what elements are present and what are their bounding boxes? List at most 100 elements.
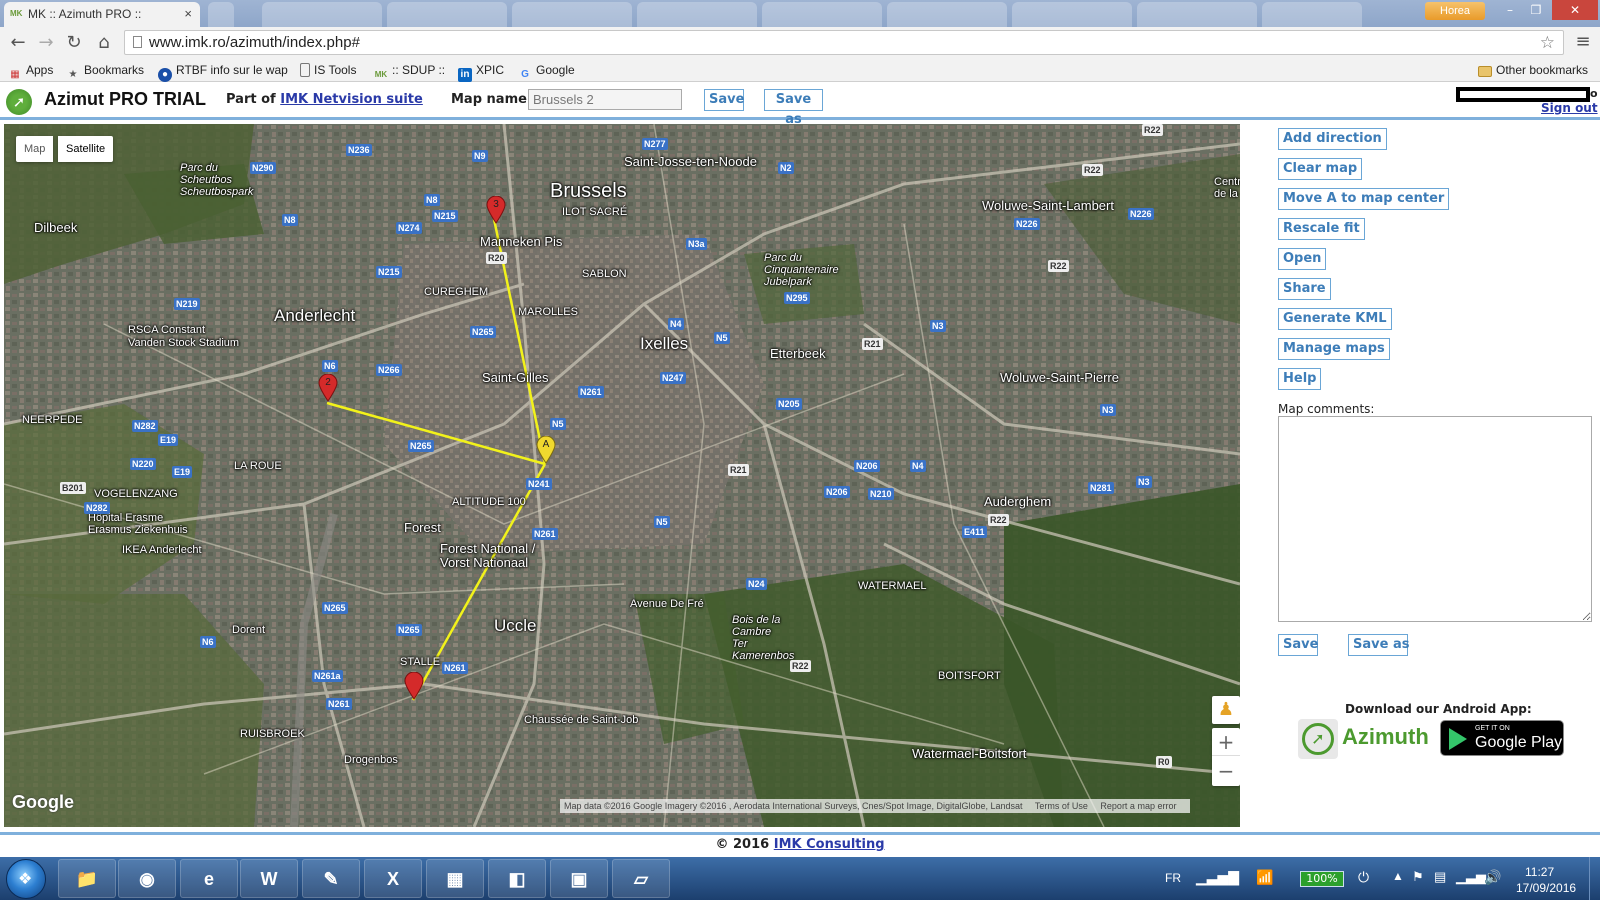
google-play-badge[interactable]: GET IT ON Google Play (1440, 720, 1564, 756)
map-type-map-button[interactable]: Map (16, 136, 54, 162)
zoom-out-button[interactable]: − (1212, 757, 1240, 785)
azimuth-app-badge[interactable]: ➚ Azimuth (1298, 718, 1438, 760)
show-desktop-button[interactable] (1589, 857, 1600, 900)
calculator-icon[interactable]: ▦ (426, 859, 484, 898)
road-shield: R0 (1156, 756, 1172, 768)
bookmark-xpic[interactable]: in XPIC (458, 62, 505, 82)
open-button[interactable]: Open (1278, 248, 1327, 270)
maximize-icon[interactable]: ❐ (1522, 0, 1550, 20)
map-attribution: Map data ©2016 Google Imagery ©2016 , Ae… (560, 799, 1191, 813)
explorer-folder-icon[interactable]: 📁 (58, 859, 116, 898)
sidebar-saveas-button[interactable]: Save as (1348, 634, 1409, 656)
browser-tab[interactable] (387, 2, 507, 27)
manage-maps-button[interactable]: Manage maps (1278, 338, 1390, 360)
word-icon[interactable]: W (240, 859, 298, 898)
browser-tab[interactable] (1137, 2, 1257, 27)
device-icon[interactable]: ▤ (1434, 869, 1446, 885)
imk-netvision-link[interactable]: IMK Netvision suite (280, 92, 423, 107)
browser-tab[interactable] (637, 2, 757, 27)
browser-menu-icon[interactable]: ≡ (1572, 31, 1594, 53)
clock-time[interactable]: 11:27 (1525, 865, 1554, 879)
battery-indicator[interactable]: 100% (1300, 871, 1344, 887)
add-direction-button[interactable]: Add direction (1278, 128, 1387, 150)
browser-tab[interactable] (512, 2, 632, 27)
new-tab-button[interactable] (208, 2, 234, 27)
road-shield: N3 (930, 320, 946, 332)
office-icon[interactable]: ◧ (488, 859, 546, 898)
excel-icon[interactable]: X (364, 859, 422, 898)
browser-tab[interactable] (1012, 2, 1132, 27)
generate-kml-button[interactable]: Generate KML (1278, 308, 1392, 330)
browser-tab[interactable] (762, 2, 882, 27)
map-label: Parc du Cinquantenaire Jubelpark (764, 252, 839, 288)
map-marker-2[interactable]: 2 (318, 373, 338, 402)
network-icon[interactable]: 📶 (1256, 869, 1273, 886)
download-app-label: Download our Android App: (1345, 702, 1532, 716)
map-name-input[interactable] (528, 89, 682, 110)
bookmark-label: Apps (26, 63, 54, 77)
wifi-icon[interactable]: ▁▃▅ (1456, 869, 1486, 885)
signout-link[interactable]: Sign out (1541, 101, 1598, 115)
notes-icon[interactable]: ▱ (612, 859, 670, 898)
satellite-map[interactable]: Map Satellite Brussels Anderlecht Ixelle… (4, 124, 1240, 827)
minimize-icon[interactable]: – (1496, 0, 1524, 20)
map-type-satellite-button[interactable]: Satellite (58, 136, 114, 162)
browser-tab[interactable] (887, 2, 1007, 27)
browser-tab[interactable] (262, 2, 382, 27)
move-a-to-center-button[interactable]: Move A to map center (1278, 188, 1450, 210)
other-bookmarks[interactable]: Other bookmarks (1478, 62, 1588, 78)
ie-icon[interactable]: e (180, 859, 238, 898)
browser-tab[interactable] (1262, 2, 1362, 27)
road-shield: R20 (486, 252, 507, 264)
clear-map-button[interactable]: Clear map (1278, 158, 1363, 180)
close-tab-icon[interactable]: × (184, 2, 192, 26)
road-shield: N226 (1128, 208, 1154, 220)
address-bar[interactable]: www.imk.ro/azimuth/index.php# ☆ (124, 30, 1564, 55)
imk-consulting-link[interactable]: IMK Consulting (774, 837, 885, 852)
azimuth-logo-icon: ➚ (6, 89, 32, 115)
bookmark-istools[interactable]: IS Tools (300, 62, 356, 78)
start-button[interactable]: ❖ (6, 859, 46, 899)
chrome-icon[interactable]: ◉ (118, 859, 176, 898)
bookmark-star-icon[interactable]: ☆ (1540, 31, 1555, 54)
bookmark-label: XPIC (476, 63, 505, 77)
profile-badge[interactable]: Horea (1425, 2, 1485, 20)
terms-link[interactable]: Terms of Use (1035, 801, 1088, 811)
language-indicator[interactable]: FR (1165, 871, 1181, 885)
bookmark-apps[interactable]: ▦ Apps (8, 62, 54, 80)
home-icon[interactable]: ⌂ (92, 31, 116, 55)
bookmark-rtbf[interactable]: ● RTBF info sur le wap (158, 62, 288, 82)
zoom-in-button[interactable]: + (1212, 728, 1240, 756)
map-comments-textarea[interactable] (1278, 416, 1592, 622)
header-saveas-button[interactable]: Save as (764, 89, 823, 127)
map-marker-1[interactable] (404, 671, 424, 700)
photo-viewer-icon[interactable]: ▣ (550, 859, 608, 898)
volume-icon[interactable]: 🔊 (1484, 869, 1501, 886)
forward-arrow-icon[interactable]: → (34, 31, 58, 55)
action-center-flag-icon[interactable]: ⚑ (1412, 869, 1424, 885)
header-save-button[interactable]: Save (704, 89, 744, 111)
help-button[interactable]: Help (1278, 368, 1322, 390)
map-marker-a[interactable]: A (536, 435, 556, 464)
window-close-icon[interactable]: ✕ (1552, 0, 1598, 20)
bookmark-bookmarks[interactable]: ★ Bookmarks (66, 62, 145, 80)
map-label: MAROLLES (518, 306, 578, 318)
bookmark-label: Google (536, 63, 575, 77)
sidebar-save-button[interactable]: Save (1278, 634, 1318, 656)
pegman-icon[interactable]: ♟ (1212, 696, 1240, 724)
back-arrow-icon[interactable]: ← (6, 31, 30, 55)
reload-icon[interactable]: ↻ (62, 31, 86, 55)
report-error-link[interactable]: Report a map error (1100, 801, 1176, 811)
map-label: NEERPEDE (22, 414, 83, 426)
clock-date[interactable]: 17/09/2016 (1516, 881, 1576, 895)
bookmark-sdup[interactable]: MK:: SDUP :: (374, 62, 445, 79)
rescale-fit-button[interactable]: Rescale fit (1278, 218, 1365, 240)
paint-icon[interactable]: ✎ (302, 859, 360, 898)
browser-tab-active[interactable]: MK MK :: Azimuth PRO :: × (4, 2, 200, 27)
map-marker-3[interactable]: 3 (486, 195, 506, 224)
show-hidden-icons-icon[interactable]: ▲ (1392, 869, 1404, 883)
power-icon[interactable]: ⏻ (1358, 869, 1369, 886)
road-shield: N6 (200, 636, 216, 648)
share-button[interactable]: Share (1278, 278, 1331, 300)
bookmark-google[interactable]: G Google (518, 62, 575, 80)
